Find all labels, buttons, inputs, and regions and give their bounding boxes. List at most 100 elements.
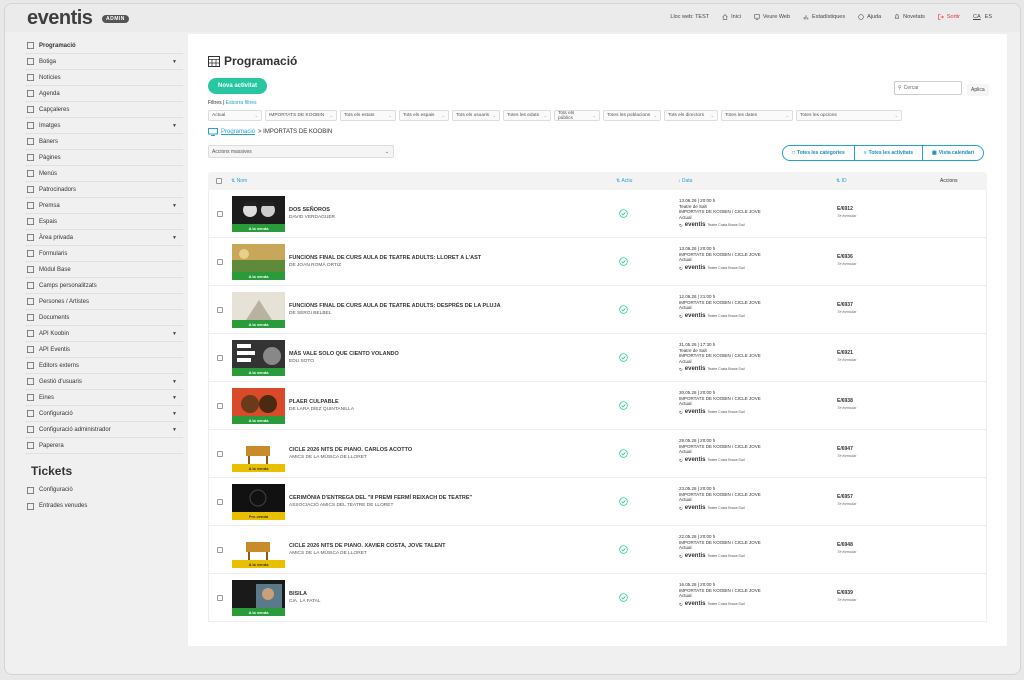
sidebar-item[interactable]: Espais (25, 214, 183, 230)
row-checkbox[interactable] (217, 211, 223, 217)
sidebar-item[interactable]: Mòdul Base (25, 262, 183, 278)
check-circle-icon[interactable] (619, 401, 628, 410)
apply-button[interactable]: Aplica (967, 84, 989, 96)
row-checkbox[interactable] (217, 259, 223, 265)
event-thumbnail[interactable]: A la venda (232, 196, 285, 232)
filter-select[interactable]: Totes les poblacions ⌄ (603, 110, 661, 121)
event-title[interactable]: PLAER CULPABLE (289, 399, 339, 405)
table-row[interactable]: A la venda FUNCIONS FINAL DE CURS AULA D… (208, 238, 987, 286)
table-row[interactable]: A la venda FUNCIONS FINAL DE CURS AULA D… (208, 286, 987, 334)
filter-select[interactable]: Tots els usuaris ⌄ (452, 110, 500, 121)
sidebar-item[interactable]: Menús (25, 166, 183, 182)
filter-select[interactable]: Totes les opcions ⌄ (796, 110, 902, 121)
all-activities-button[interactable]: ≡ Totes les activitats (855, 146, 924, 160)
table-row[interactable]: A la venda BISILA CIA. LA FATAL 16.05.26… (208, 574, 987, 622)
check-circle-icon[interactable] (619, 209, 628, 218)
nav-home[interactable]: Inici (722, 14, 741, 20)
sidebar-item[interactable]: API Eventis (25, 342, 183, 358)
lang-ca[interactable]: CA (973, 14, 981, 20)
event-title[interactable]: FUNCIONS FINAL DE CURS AULA DE TEATRE AD… (289, 303, 501, 309)
sidebar-item[interactable]: Formularis (25, 246, 183, 262)
row-checkbox[interactable] (217, 403, 223, 409)
sidebar-item[interactable]: Premsa ▼ (25, 198, 183, 214)
clear-filters-link[interactable]: Esborra filtres (226, 100, 257, 106)
table-row[interactable]: A la venda MÁS VALE SOLO QUE CIENTO VOLA… (208, 334, 987, 382)
col-date[interactable]: ↓ Data (678, 178, 692, 184)
col-id[interactable]: ⇅ ID (836, 178, 847, 184)
event-id-value[interactable]: E/6936 (837, 254, 853, 260)
sidebar-item[interactable]: Documents (25, 310, 183, 326)
sidebar-item[interactable]: Configuració administrador ▼ (25, 422, 183, 438)
sidebar-item[interactable]: Programació (25, 38, 183, 54)
table-row[interactable]: A la venda CICLE 2026 NITS DE PIANO. CAR… (208, 430, 987, 478)
sidebar-item[interactable]: Gestió d'usuaris ▼ (25, 374, 183, 390)
sidebar-item[interactable]: Persones / Artistes (25, 294, 183, 310)
event-title[interactable]: MÁS VALE SOLO QUE CIENTO VOLANDO (289, 351, 399, 357)
sidebar-item[interactable]: Paperera (25, 438, 183, 454)
row-checkbox[interactable] (217, 595, 223, 601)
logo[interactable]: eventis (27, 7, 93, 30)
sidebar-item[interactable]: Configuració ▼ (25, 406, 183, 422)
sidebar-item[interactable]: Notícies (25, 70, 183, 86)
sidebar-item[interactable]: Botiga ▼ (25, 54, 183, 70)
event-thumbnail[interactable]: A la venda (232, 244, 285, 280)
new-activity-button[interactable]: Nova activitat (208, 78, 268, 94)
sidebar-item[interactable]: Patrocinadors (25, 182, 183, 198)
sidebar-item[interactable]: Bàners (25, 134, 183, 150)
check-circle-icon[interactable] (619, 305, 628, 314)
filter-select[interactable]: Actual ⌄ (208, 110, 262, 121)
sidebar-item[interactable]: Imatges ▼ (25, 118, 183, 134)
nav-help[interactable]: Ajuda (858, 14, 881, 20)
breadcrumb-link[interactable]: Programació (221, 129, 255, 135)
filter-select[interactable]: Totes les edats ⌄ (503, 110, 551, 121)
event-title[interactable]: CERIMÒNIA D'ENTREGA DEL "II PREMI FERMÍ … (289, 495, 472, 501)
filter-select[interactable]: Tots els espais ⌄ (399, 110, 449, 121)
event-thumbnail[interactable]: A la venda (232, 340, 285, 376)
nav-view-web[interactable]: Veure Web (754, 14, 790, 20)
col-name[interactable]: ⇅ Nom (231, 178, 247, 184)
event-thumbnail[interactable]: A la venda (232, 388, 285, 424)
row-checkbox[interactable] (217, 547, 223, 553)
select-all-checkbox[interactable] (216, 178, 222, 184)
calendar-view-button[interactable]: ▦ Vista calendari (923, 146, 983, 160)
event-title[interactable]: FUNCIONS FINAL DE CURS AULA DE TEATRE AD… (289, 255, 481, 261)
table-row[interactable]: A la venda PLAER CULPABLE DE LARA DÍEZ Q… (208, 382, 987, 430)
sidebar-item[interactable]: Capçaleres (25, 102, 183, 118)
event-id-value[interactable]: E/6937 (837, 302, 853, 308)
tickets-item[interactable]: Entrades venudes (25, 498, 183, 514)
event-thumbnail[interactable]: Pre-venda (232, 484, 285, 520)
search-input[interactable]: ⚲ Cercar (894, 81, 962, 95)
event-thumbnail[interactable]: A la venda (232, 580, 285, 616)
event-title[interactable]: BISILA (289, 591, 307, 597)
table-row[interactable]: A la venda CICLE 2026 NITS DE PIANO. XAV… (208, 526, 987, 574)
row-checkbox[interactable] (217, 451, 223, 457)
event-id-value[interactable]: E/6912 (837, 206, 853, 212)
check-circle-icon[interactable] (619, 449, 628, 458)
all-categories-button[interactable]: □ Totes les categories (783, 146, 855, 160)
event-id-value[interactable]: E/6957 (837, 494, 853, 500)
event-title[interactable]: CICLE 2026 NITS DE PIANO. XAVIER COSTA, … (289, 543, 445, 549)
event-thumbnail[interactable]: A la venda (232, 532, 285, 568)
filter-select[interactable]: Totes les dates ⌄ (721, 110, 793, 121)
row-checkbox[interactable] (217, 355, 223, 361)
nav-news[interactable]: Novetats (894, 14, 925, 20)
check-circle-icon[interactable] (619, 545, 628, 554)
bulk-actions-select[interactable]: Accions massives ⌄ (208, 145, 394, 158)
event-title[interactable]: DOS SEÑOROS (289, 207, 330, 213)
check-circle-icon[interactable] (619, 353, 628, 362)
table-row[interactable]: Pre-venda CERIMÒNIA D'ENTREGA DEL "II PR… (208, 478, 987, 526)
filter-select[interactable]: Tots els públics ⌄ (554, 110, 600, 121)
row-checkbox[interactable] (217, 499, 223, 505)
filter-select[interactable]: Tots els directors ⌄ (664, 110, 718, 121)
sidebar-item[interactable]: Editors externs (25, 358, 183, 374)
check-circle-icon[interactable] (619, 257, 628, 266)
sidebar-item[interactable]: Agenda (25, 86, 183, 102)
table-row[interactable]: A la venda DOS SEÑOROS DAVID VERDAGUER 1… (208, 190, 987, 238)
lang-es[interactable]: ES (985, 14, 992, 20)
sidebar-item[interactable]: Camps personalitzats (25, 278, 183, 294)
sidebar-item[interactable]: Àrea privada ▼ (25, 230, 183, 246)
event-id-value[interactable]: E/6921 (837, 350, 853, 356)
nav-logout[interactable]: Sortir (938, 14, 960, 20)
check-circle-icon[interactable] (619, 593, 628, 602)
col-active[interactable]: ⇅ Actiu (616, 178, 632, 184)
